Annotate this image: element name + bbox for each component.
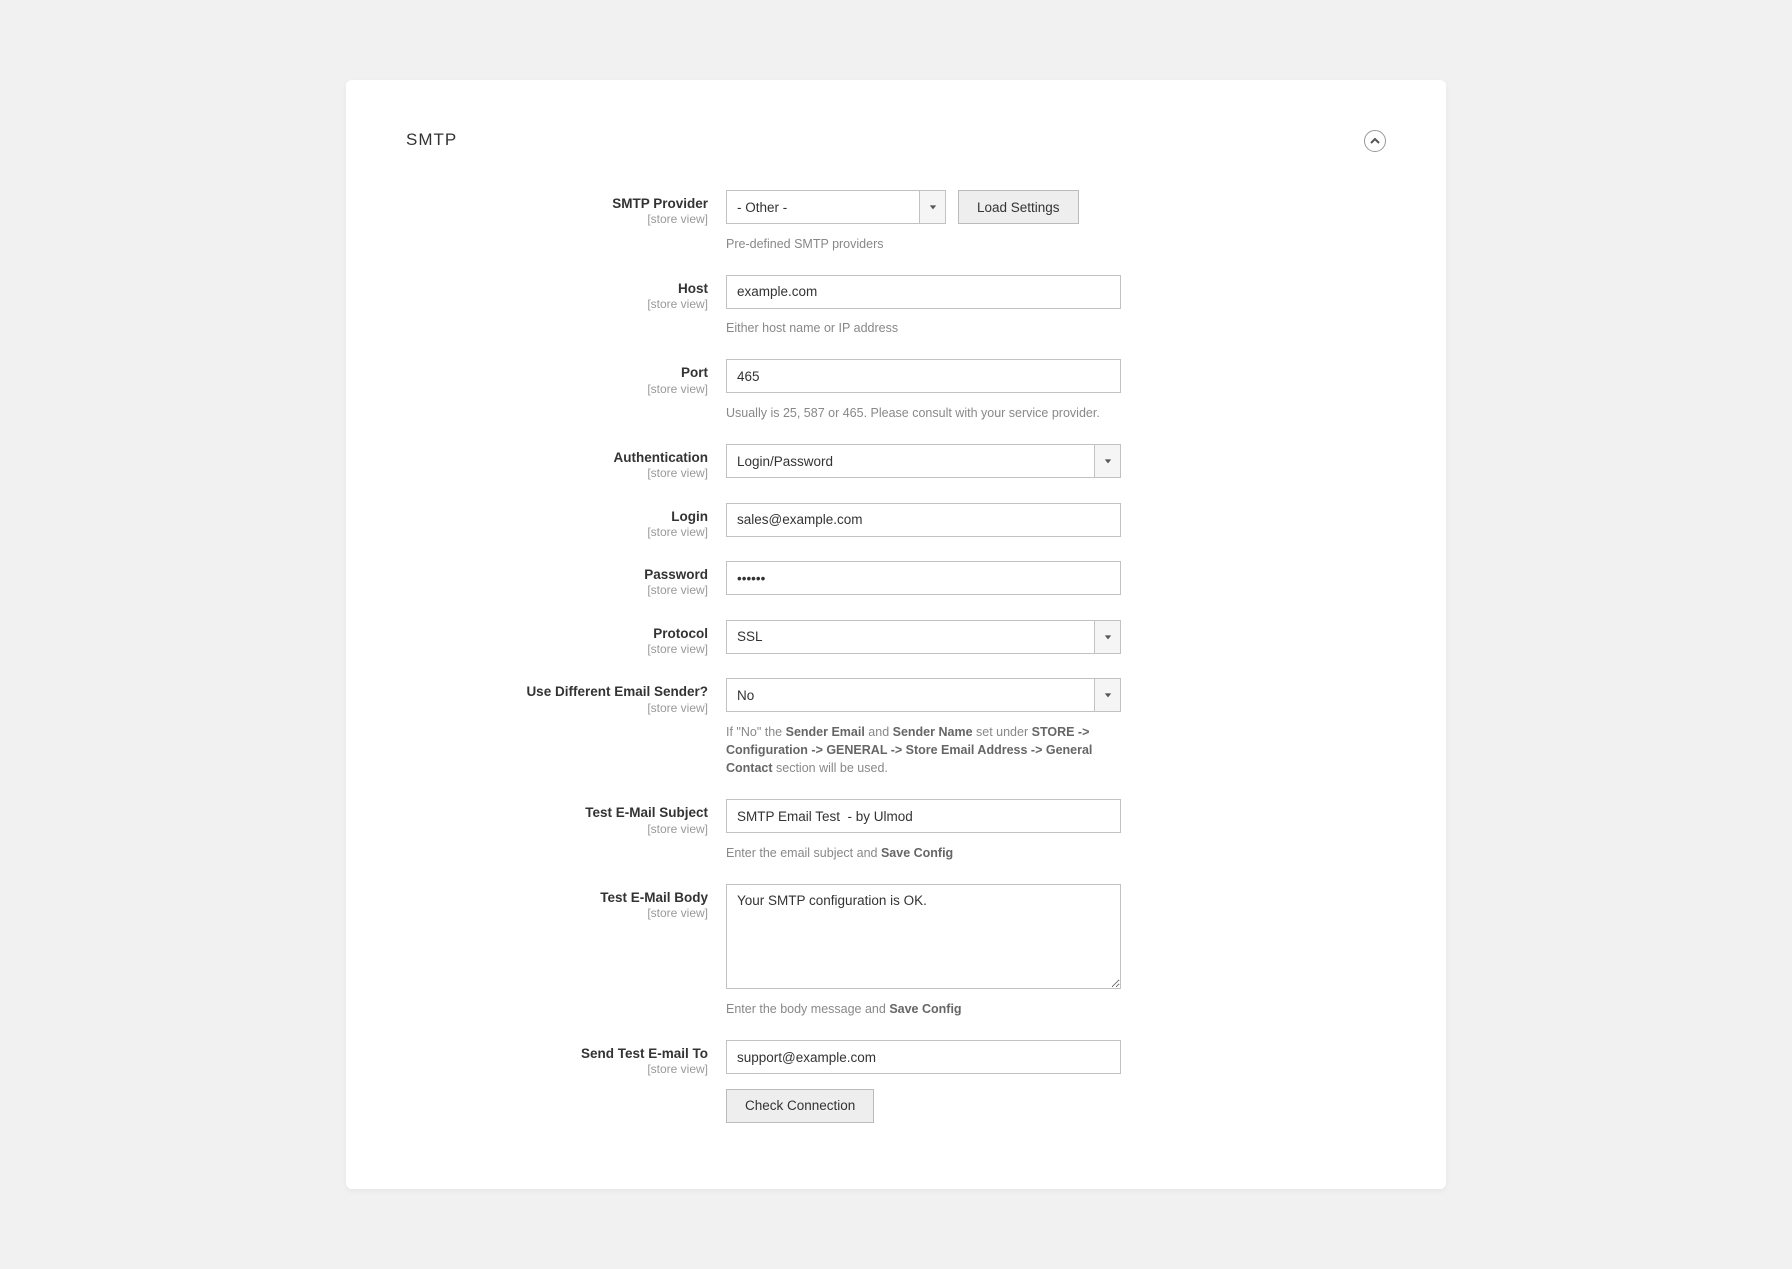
scope-label: [store view] [406, 466, 708, 480]
smtp-provider-label: SMTP Provider [406, 196, 708, 212]
smtp-provider-select[interactable]: - Other - [726, 190, 946, 224]
protocol-select[interactable]: SSL [726, 620, 1121, 654]
section-title: SMTP [406, 130, 457, 149]
row-host: Host [store view] [406, 275, 1386, 312]
caret-down-icon [1104, 691, 1112, 699]
row-authentication: Authentication [store view] Login/Passwo… [406, 444, 1386, 481]
smtp-config-panel: SMTP SMTP Provider [store view] - Other … [346, 80, 1446, 1189]
different-sender-select[interactable]: No [726, 678, 1121, 712]
row-test-body: Test E-Mail Body [store view] [406, 884, 1386, 992]
row-send-to: Send Test E-mail To [store view] [406, 1040, 1386, 1077]
test-subject-input[interactable] [726, 799, 1121, 833]
load-settings-button[interactable]: Load Settings [958, 190, 1079, 224]
test-body-label: Test E-Mail Body [406, 890, 708, 906]
row-password: Password [store view] [406, 561, 1386, 598]
row-port: Port [store view] [406, 359, 1386, 396]
smtp-provider-value: - Other - [727, 200, 919, 215]
caret-down-icon [1104, 457, 1112, 465]
test-body-textarea[interactable] [726, 884, 1121, 989]
send-to-label: Send Test E-mail To [406, 1046, 708, 1062]
row-different-sender: Use Different Email Sender? [store view]… [406, 678, 1386, 715]
password-input[interactable] [726, 561, 1121, 595]
row-test-subject: Test E-Mail Subject [store view] [406, 799, 1386, 836]
dropdown-caret [1094, 679, 1120, 711]
port-input[interactable] [726, 359, 1121, 393]
scope-label: [store view] [406, 212, 708, 226]
scope-label: [store view] [406, 1062, 708, 1076]
scope-label: [store view] [406, 642, 708, 656]
authentication-value: Login/Password [727, 454, 1094, 469]
check-connection-button[interactable]: Check Connection [726, 1089, 874, 1123]
scope-label: [store view] [406, 382, 708, 396]
dropdown-caret [919, 191, 945, 223]
login-label: Login [406, 509, 708, 525]
smtp-provider-help: Pre-defined SMTP providers [726, 233, 1121, 253]
protocol-label: Protocol [406, 626, 708, 642]
scope-label: [store view] [406, 297, 708, 311]
host-help: Either host name or IP address [726, 317, 1121, 337]
caret-down-icon [1104, 633, 1112, 641]
password-label: Password [406, 567, 708, 583]
host-label: Host [406, 281, 708, 297]
different-sender-help: If "No" the Sender Email and Sender Name… [726, 721, 1121, 777]
row-login: Login [store view] [406, 503, 1386, 540]
scope-label: [store view] [406, 822, 708, 836]
label-col: SMTP Provider [store view] [406, 190, 726, 227]
scope-label: [store view] [406, 583, 708, 597]
protocol-value: SSL [727, 629, 1094, 644]
scope-label: [store view] [406, 906, 708, 920]
authentication-label: Authentication [406, 450, 708, 466]
section-header: SMTP [406, 130, 1386, 150]
test-body-help: Enter the body message and Save Config [726, 998, 1121, 1018]
authentication-select[interactable]: Login/Password [726, 444, 1121, 478]
row-check-connection: Check Connection [406, 1089, 1386, 1123]
port-label: Port [406, 365, 708, 381]
row-protocol: Protocol [store view] SSL [406, 620, 1386, 657]
login-input[interactable] [726, 503, 1121, 537]
scope-label: [store view] [406, 701, 708, 715]
dropdown-caret [1094, 621, 1120, 653]
different-sender-value: No [727, 688, 1094, 703]
test-subject-label: Test E-Mail Subject [406, 805, 708, 821]
row-smtp-provider: SMTP Provider [store view] - Other - Loa… [406, 190, 1386, 227]
port-help: Usually is 25, 587 or 465. Please consul… [726, 402, 1121, 422]
different-sender-label: Use Different Email Sender? [406, 684, 708, 700]
test-subject-help: Enter the email subject and Save Config [726, 842, 1121, 862]
chevron-up-icon [1370, 136, 1380, 146]
collapse-button[interactable] [1364, 130, 1386, 152]
dropdown-caret [1094, 445, 1120, 477]
host-input[interactable] [726, 275, 1121, 309]
send-to-input[interactable] [726, 1040, 1121, 1074]
caret-down-icon [929, 203, 937, 211]
scope-label: [store view] [406, 525, 708, 539]
